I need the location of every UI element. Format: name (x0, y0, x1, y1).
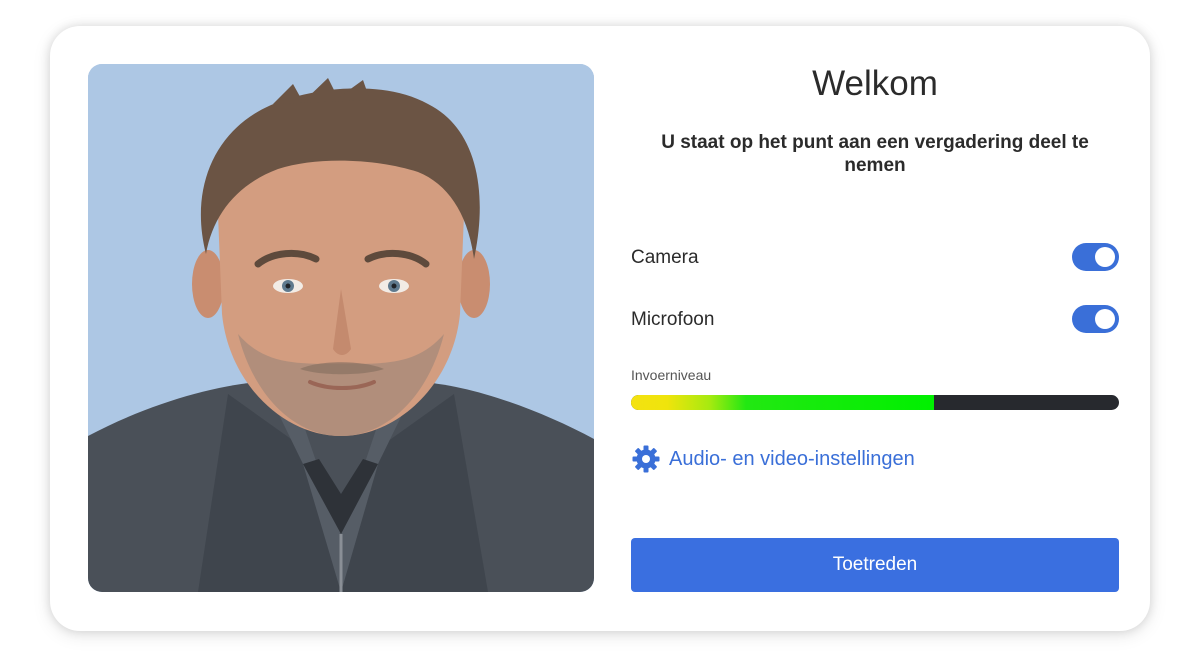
page-subtitle: U staat op het punt aan een vergadering … (661, 132, 1089, 176)
microphone-toggle-row: Microfoon (631, 305, 1119, 335)
settings-link-label: Audio- en video-instellingen (669, 447, 915, 470)
join-panel: Welkom U staat op het punt aan een verga… (631, 26, 1119, 631)
input-level-meter (631, 395, 1119, 410)
prejoin-card: Welkom U staat op het punt aan een verga… (50, 26, 1150, 631)
microphone-label: Microfoon (631, 309, 715, 330)
input-level-fill (631, 395, 934, 410)
page-title: Welkom (812, 64, 938, 103)
microphone-toggle-knob (1095, 309, 1115, 329)
camera-toggle[interactable] (1072, 243, 1119, 271)
camera-preview (88, 64, 594, 592)
join-button[interactable]: Toetreden (631, 538, 1119, 592)
audio-video-settings-link[interactable]: Audio- en video-instellingen (631, 442, 915, 476)
camera-label: Camera (631, 247, 699, 268)
video-feed-image (88, 64, 594, 592)
camera-toggle-knob (1095, 247, 1115, 267)
input-level-label: Invoerniveau (631, 367, 712, 383)
gear-icon (632, 445, 660, 473)
microphone-toggle[interactable] (1072, 305, 1119, 333)
camera-toggle-row: Camera (631, 243, 1119, 273)
